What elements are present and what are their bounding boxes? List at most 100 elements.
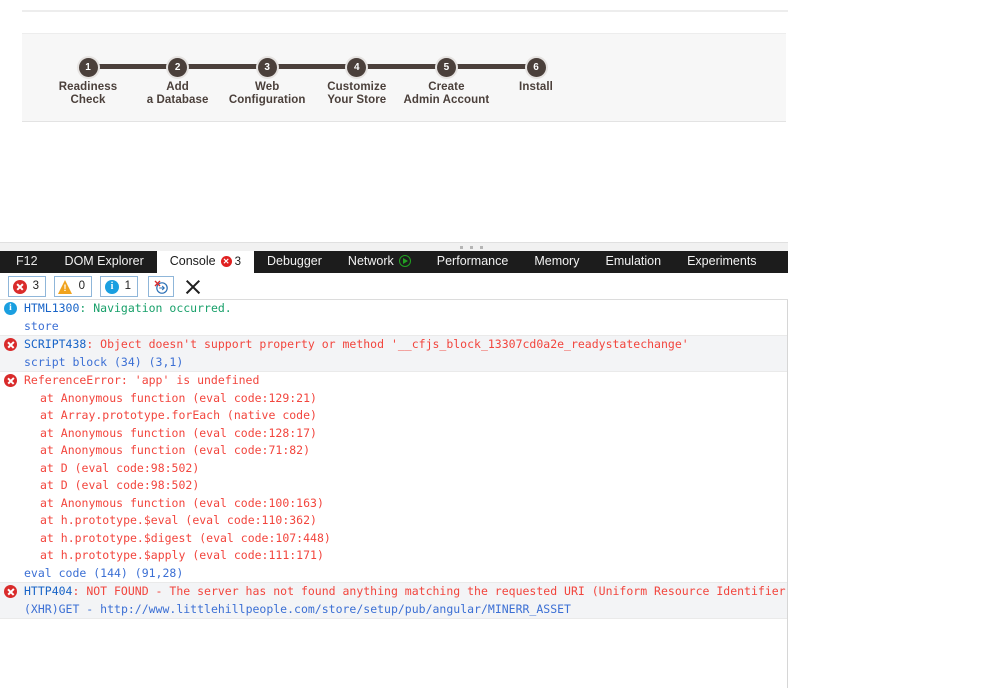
text-segment: at h.prototype.$digest (eval code:107:44… <box>40 531 331 545</box>
console-message-text: HTTP404: NOT FOUND - The server has not … <box>0 583 787 601</box>
console-stack-frame: at Anonymous function (eval code:100:163… <box>0 495 787 513</box>
text-segment: SCRIPT438 <box>24 337 86 351</box>
text-segment: at Anonymous function (eval code:100:163… <box>40 496 324 510</box>
filter-info-button[interactable]: i 1 <box>100 276 138 297</box>
console-message-source[interactable]: eval code (144) (91,28) <box>0 565 787 583</box>
installer-stepper: 1Readiness Check2Add a Database3Web Conf… <box>62 57 562 117</box>
text-segment: at Anonymous function (eval code:129:21) <box>40 391 317 405</box>
tab-label: Debugger <box>267 254 322 268</box>
console-stack-frame: at D (eval code:98:502) <box>0 477 787 495</box>
console-stack-frame: at Anonymous function (eval code:129:21) <box>0 390 787 408</box>
tab-console[interactable]: Console ✕3 <box>157 251 254 273</box>
text-segment: HTTP404 <box>24 584 72 598</box>
console-message[interactable]: HTTP404: NOT FOUND - The server has not … <box>0 583 787 619</box>
info-count: 1 <box>125 277 131 296</box>
console-message-source[interactable]: (XHR)GET - http://www.littlehillpeople.c… <box>0 601 787 619</box>
installer-step-4[interactable]: 4 Customize Your Store <box>307 57 407 107</box>
installer-step-6[interactable]: 6 Install <box>486 57 586 94</box>
tab-label: Experiments <box>687 254 756 268</box>
step-number-badge: 4 <box>347 58 366 77</box>
tab-error-count: 3 <box>235 256 241 268</box>
console-message-list[interactable]: i HTML1300: Navigation occurred. store SCRI… <box>0 300 787 688</box>
console-message-source[interactable]: script block (34) (3,1) <box>0 354 787 372</box>
installer-step-5[interactable]: 5 Create Admin Account <box>396 57 496 107</box>
error-icon <box>13 280 27 294</box>
info-icon: i <box>4 302 17 315</box>
step-label: Add a Database <box>128 81 228 107</box>
text-segment: at D (eval code:98:502) <box>40 461 199 475</box>
installer-step-1[interactable]: 1Readiness Check <box>38 57 138 107</box>
console-message[interactable]: ReferenceError: 'app' is undefined at Ano… <box>0 372 787 583</box>
tab-experiments[interactable]: Experiments <box>674 251 769 273</box>
step-number-badge: 5 <box>437 58 456 77</box>
text-segment: (XHR)GET - <box>24 602 100 616</box>
console-stack-frame: at D (eval code:98:502) <box>0 460 787 478</box>
console-stack-frame: at Anonymous function (eval code:71:82) <box>0 442 787 460</box>
console-message-text: i HTML1300: Navigation occurred. <box>0 300 787 318</box>
devtools-panel: F12DOM ExplorerConsole✕3DebuggerNetworkP… <box>0 251 788 688</box>
console-message[interactable]: i HTML1300: Navigation occurred. store <box>0 300 787 336</box>
error-badge-icon: ✕ <box>221 256 232 267</box>
installer-progress-panel: 1Readiness Check 2 Add a Database3Web Conf… <box>22 33 786 122</box>
console-stack-frame: at h.prototype.$digest (eval code:107:44… <box>0 530 787 548</box>
text-segment: ReferenceError: 'app' is undefined <box>24 373 259 387</box>
installer-step-3[interactable]: 3Web Configuration <box>217 57 317 107</box>
close-icon <box>184 278 201 295</box>
error-icon <box>4 374 17 387</box>
clear-on-navigate-toggle[interactable] <box>148 276 174 297</box>
tab-f12[interactable]: F12 <box>0 251 52 273</box>
step-number-badge: 6 <box>527 58 546 77</box>
page-divider <box>22 10 788 12</box>
clear-on-navigate-icon <box>153 280 169 294</box>
text-segment: at Anonymous function (eval code:71:82) <box>40 443 310 457</box>
text-segment: script block (34) (3,1) <box>24 355 183 369</box>
filter-warnings-button[interactable]: 0 <box>54 276 92 297</box>
error-icon <box>4 338 17 351</box>
tab-label: Console <box>170 254 216 268</box>
info-icon: i <box>105 280 119 294</box>
tab-emulation[interactable]: Emulation <box>592 251 674 273</box>
step-label: Web Configuration <box>217 81 317 107</box>
tab-debugger[interactable]: Debugger <box>254 251 335 273</box>
tab-memory[interactable]: Memory <box>521 251 592 273</box>
console-stack-frame: at h.prototype.$eval (eval code:110:362) <box>0 512 787 530</box>
devtools-tabbar: F12 DOM Explorer Console ✕3 Debugger Network P… <box>0 251 788 274</box>
step-number-badge: 1 <box>79 58 98 77</box>
step-number-badge: 2 <box>168 58 187 77</box>
text-segment: http://www.littlehillpeople.com/store/se… <box>100 602 571 616</box>
tab-label: DOM Explorer <box>65 254 144 268</box>
console-stack-frame: at Array.prototype.forEach (native code) <box>0 407 787 425</box>
tab-label: Network <box>348 254 394 268</box>
console-message-text: SCRIPT438: Object doesn't support proper… <box>0 336 787 354</box>
text-segment: at Anonymous function (eval code:128:17) <box>40 426 317 440</box>
text-segment: : Object doesn't support property or met… <box>86 337 688 351</box>
console-stack-frame: at h.prototype.$apply (eval code:111:171… <box>0 547 787 565</box>
text-segment: : Navigation occurred. <box>79 301 231 315</box>
error-icon <box>4 585 17 598</box>
filter-errors-button[interactable]: 3 <box>8 276 46 297</box>
tab-dom-explorer[interactable]: DOM Explorer <box>52 251 157 273</box>
text-segment: store <box>24 319 59 333</box>
step-label: Create Admin Account <box>396 81 496 107</box>
step-label: Customize Your Store <box>307 81 407 107</box>
tab-performance[interactable]: Performance <box>424 251 522 273</box>
tab-label: Memory <box>534 254 579 268</box>
console-message-text: ReferenceError: 'app' is undefined <box>0 372 787 390</box>
text-segment: HTML1300 <box>24 301 79 315</box>
play-circle-icon <box>399 255 411 267</box>
tab-label: F12 <box>16 254 38 268</box>
errors-count: 3 <box>33 277 39 296</box>
console-message[interactable]: SCRIPT438: Object doesn't support proper… <box>0 336 787 372</box>
clear-console-button[interactable] <box>182 276 204 297</box>
installer-step-2[interactable]: 2 Add a Database <box>128 57 228 107</box>
text-segment: at D (eval code:98:502) <box>40 478 199 492</box>
tab-label: Performance <box>437 254 509 268</box>
text-segment: eval code (144) (91,28) <box>24 566 183 580</box>
step-label: Install <box>486 81 586 94</box>
console-stack-frame: at Anonymous function (eval code:128:17) <box>0 425 787 443</box>
console-message-source[interactable]: store <box>0 318 787 336</box>
tab-network[interactable]: Network <box>335 251 424 273</box>
text-segment: at h.prototype.$apply (eval code:111:171… <box>40 548 324 562</box>
console-toolbar: 3 0 i 1 <box>0 273 788 300</box>
text-segment: at Array.prototype.forEach (native code) <box>40 408 317 422</box>
